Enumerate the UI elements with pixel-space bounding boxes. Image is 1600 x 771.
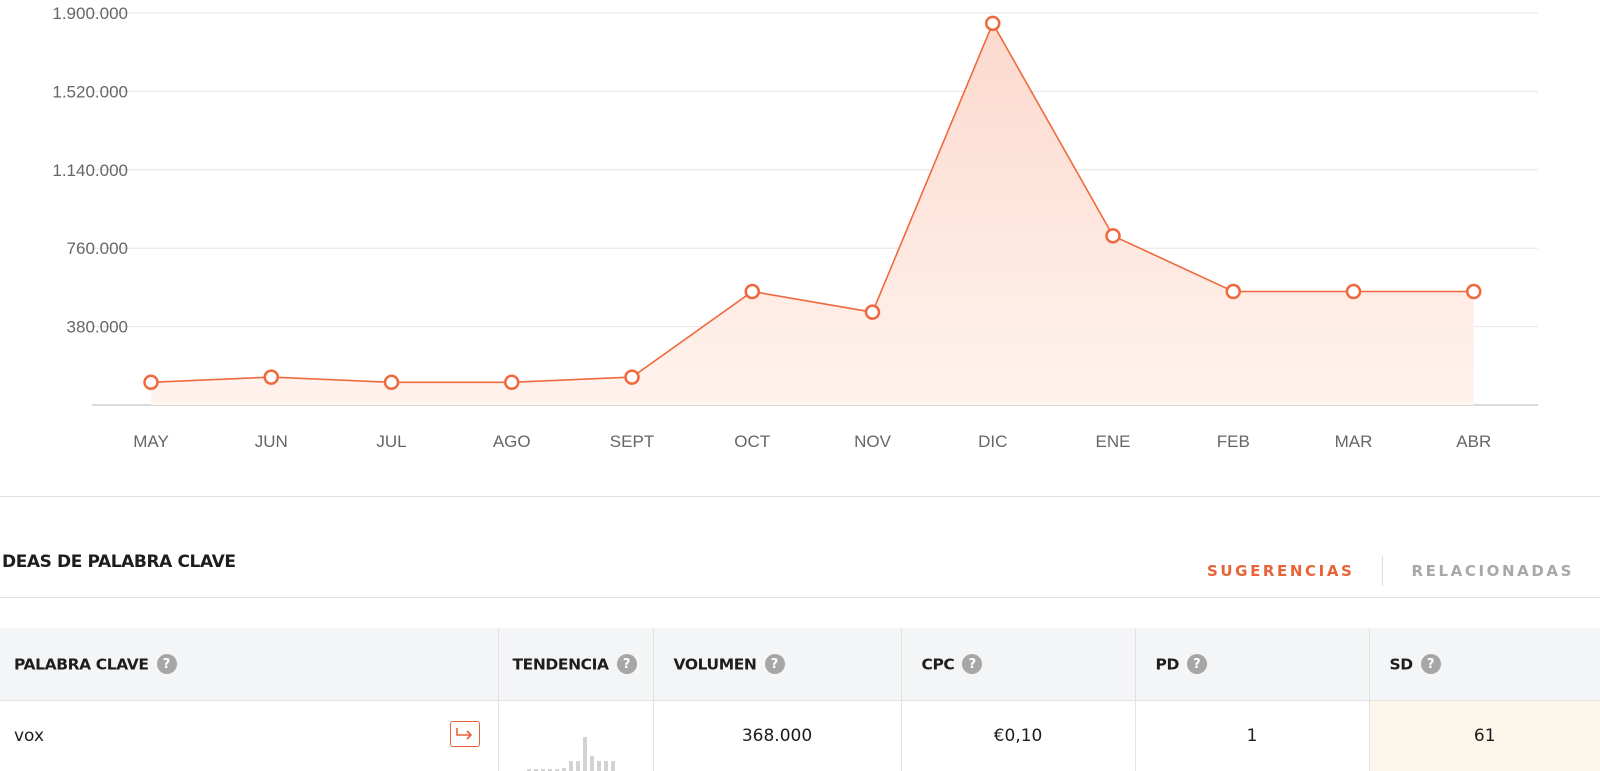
- column-label: TENDENCIA: [513, 656, 609, 674]
- section-divider: [0, 597, 1600, 598]
- x-tick-label: NOV: [854, 432, 892, 451]
- pd-cell: 1: [1135, 701, 1369, 771]
- table-row[interactable]: vox 368.000 €0,10 1 61: [0, 701, 1600, 771]
- column-label: PD: [1156, 656, 1179, 674]
- keyword-ideas-table: PALABRA CLAVE? TENDENCIA? VOLUMEN? CPC? …: [0, 628, 1600, 771]
- y-tick-label: 380.000: [67, 318, 128, 337]
- data-point-jul[interactable]: [385, 376, 398, 389]
- sd-cell: 61: [1369, 701, 1600, 771]
- column-label: SD: [1390, 656, 1413, 674]
- trend-bar: [590, 756, 594, 771]
- column-label: VOLUMEN: [674, 656, 757, 674]
- data-point-dic[interactable]: [986, 17, 999, 30]
- help-circle-icon[interactable]: ?: [1187, 654, 1207, 674]
- help-circle-icon[interactable]: ?: [962, 654, 982, 674]
- column-header-cpc[interactable]: CPC?: [901, 628, 1135, 701]
- x-tick-label: MAR: [1335, 432, 1373, 451]
- keyword-cell: vox: [0, 701, 498, 771]
- data-point-nov[interactable]: [866, 306, 879, 319]
- help-circle-icon[interactable]: ?: [157, 654, 177, 674]
- data-point-may[interactable]: [145, 376, 158, 389]
- column-header-keyword[interactable]: PALABRA CLAVE?: [0, 628, 498, 701]
- data-point-abr[interactable]: [1467, 285, 1480, 298]
- data-point-sept[interactable]: [626, 371, 639, 384]
- trend-bar: [611, 761, 615, 771]
- section-title: DEAS DE PALABRA CLAVE: [2, 552, 236, 572]
- x-tick-label: DIC: [978, 432, 1007, 451]
- data-point-ene[interactable]: [1107, 229, 1120, 242]
- table-header-row: PALABRA CLAVE? TENDENCIA? VOLUMEN? CPC? …: [0, 628, 1600, 701]
- trend-bar: [576, 761, 580, 771]
- help-circle-icon[interactable]: ?: [765, 654, 785, 674]
- x-tick-label: JUN: [255, 432, 288, 451]
- trend-cell: [498, 701, 653, 771]
- open-keyword-button[interactable]: [450, 721, 480, 747]
- y-tick-label: 760.000: [67, 239, 128, 258]
- volume-cell: 368.000: [653, 701, 901, 771]
- data-point-oct[interactable]: [746, 285, 759, 298]
- y-tick-label: 1.140.000: [52, 161, 128, 180]
- data-point-feb[interactable]: [1227, 285, 1240, 298]
- chart-divider: [0, 496, 1600, 497]
- trend-bar: [569, 761, 573, 771]
- column-label: CPC: [922, 656, 955, 674]
- x-tick-label: ABR: [1456, 432, 1491, 451]
- column-header-trend[interactable]: TENDENCIA?: [498, 628, 653, 701]
- x-tick-label: FEB: [1217, 432, 1250, 451]
- y-tick-label: 1.900.000: [52, 4, 128, 23]
- x-tick-label: SEPT: [610, 432, 654, 451]
- column-header-pd[interactable]: PD?: [1135, 628, 1369, 701]
- tab-bar: SUGERENCIAS RELACIONADAS: [1207, 556, 1574, 586]
- x-tick-label: ENE: [1096, 432, 1131, 451]
- help-circle-icon[interactable]: ?: [617, 654, 637, 674]
- data-point-ago[interactable]: [505, 376, 518, 389]
- column-header-sd[interactable]: SD?: [1369, 628, 1600, 701]
- arrow-right-into-icon: [455, 727, 475, 741]
- tab-relacionadas[interactable]: RELACIONADAS: [1411, 562, 1574, 580]
- trend-bar: [583, 737, 587, 771]
- x-tick-label: OCT: [734, 432, 770, 451]
- column-label: PALABRA CLAVE: [14, 656, 149, 674]
- x-tick-label: MAY: [133, 432, 169, 451]
- cpc-cell: €0,10: [901, 701, 1135, 771]
- trend-sparkline: [527, 737, 615, 771]
- tab-separator: [1382, 556, 1383, 586]
- volume-area: [151, 23, 1474, 405]
- x-tick-label: AGO: [493, 432, 531, 451]
- trend-bar: [597, 761, 601, 771]
- keyword-text[interactable]: vox: [14, 726, 44, 746]
- trend-bar: [604, 761, 608, 771]
- tab-sugerencias[interactable]: SUGERENCIAS: [1207, 562, 1355, 580]
- search-volume-chart: 380.000 760.000 1.140.000 1.520.000 1.900.00…: [0, 0, 1600, 500]
- data-point-jun[interactable]: [265, 371, 278, 384]
- data-point-mar[interactable]: [1347, 285, 1360, 298]
- y-tick-label: 1.520.000: [52, 82, 128, 101]
- help-circle-icon[interactable]: ?: [1421, 654, 1441, 674]
- x-tick-label: JUL: [376, 432, 406, 451]
- column-header-volume[interactable]: VOLUMEN?: [653, 628, 901, 701]
